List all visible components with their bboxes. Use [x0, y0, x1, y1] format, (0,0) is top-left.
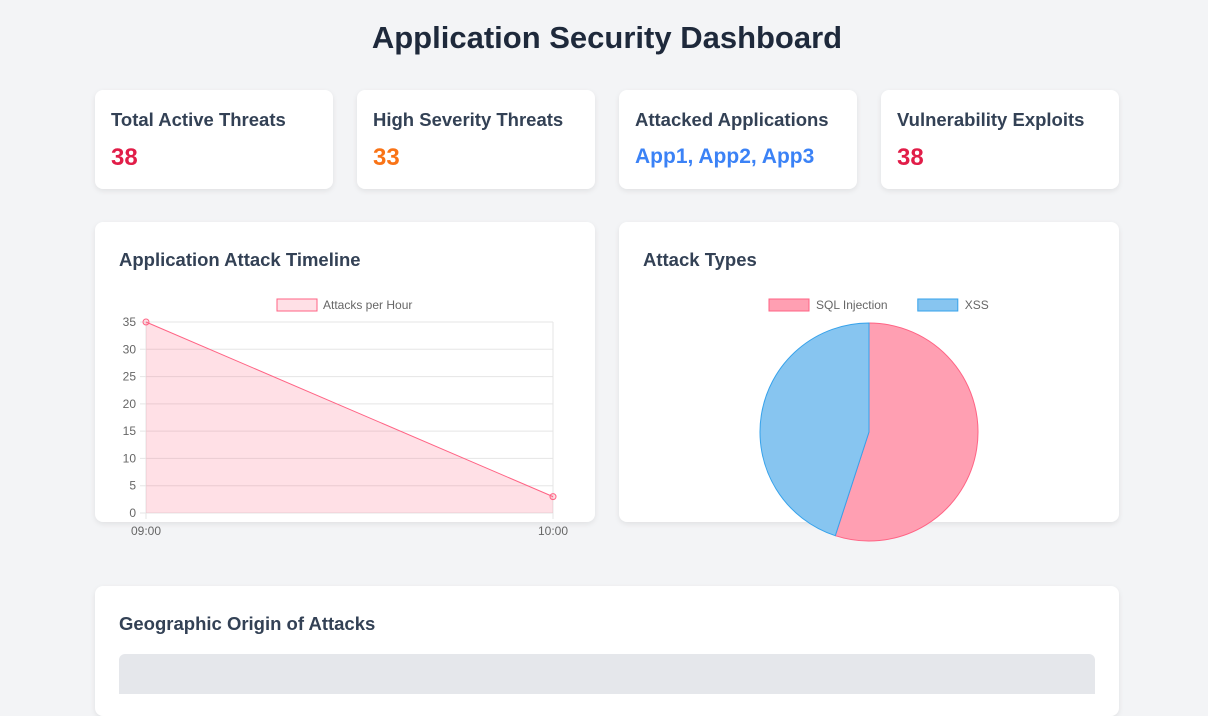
stat-label: Attacked Applications [635, 109, 829, 130]
y-tick-label: 5 [129, 479, 136, 493]
stat-value: 33 [373, 144, 400, 171]
stat-label: Vulnerability Exploits [897, 109, 1085, 130]
series-area [146, 322, 553, 513]
stat-label: Total Active Threats [111, 109, 286, 130]
legend-label: SQL Injection [816, 298, 888, 312]
data-point [549, 493, 557, 501]
panel-title: Geographic Origin of Attacks [119, 613, 376, 634]
geographic-origin-panel: Geographic Origin of Attacks [95, 586, 1119, 716]
y-tick-label: 10 [123, 451, 137, 465]
y-tick-label: 0 [129, 506, 136, 520]
y-tick-label: 20 [123, 397, 137, 411]
attack-types-panel: Attack Types SQL Injection XSS [619, 222, 1119, 542]
stat-value: 38 [897, 144, 924, 171]
stat-card-high-severity-threats: High Severity Threats 33 [357, 90, 595, 189]
stat-card-attacked-applications: Attacked Applications App1, App2, App3 [619, 90, 857, 189]
y-tick-label: 25 [123, 370, 137, 384]
legend-label: Attacks per Hour [323, 298, 412, 312]
legend-swatch [917, 298, 959, 312]
y-tick-label: 15 [123, 424, 137, 438]
attack-timeline-chart: Attacks per Hour 0 5 10 15 20 25 30 35 09:00 10:00 [123, 298, 569, 538]
page-title: Application Security Dashboard [371, 20, 843, 55]
stat-card-total-active-threats: Total Active Threats 38 [95, 90, 333, 189]
legend-swatch [768, 298, 810, 312]
attack-timeline-panel: Application Attack Timeline Attacks per … [95, 222, 595, 538]
data-point [142, 318, 150, 326]
attack-origin-map[interactable] [119, 654, 1095, 694]
stat-label: High Severity Threats [373, 109, 564, 130]
stat-card-vulnerability-exploits: Vulnerability Exploits 38 [881, 90, 1119, 189]
legend-label: XSS [965, 298, 989, 312]
y-tick-label: 30 [123, 342, 137, 356]
stat-value: 38 [111, 144, 138, 171]
attack-types-chart: SQL Injection XSS [759, 298, 989, 542]
stat-value: App1, App2, App3 [635, 145, 815, 168]
y-tick-label: 35 [123, 315, 137, 329]
x-tick-label: 10:00 [538, 524, 568, 538]
legend-swatch [276, 298, 318, 312]
x-tick-label: 09:00 [131, 524, 161, 538]
